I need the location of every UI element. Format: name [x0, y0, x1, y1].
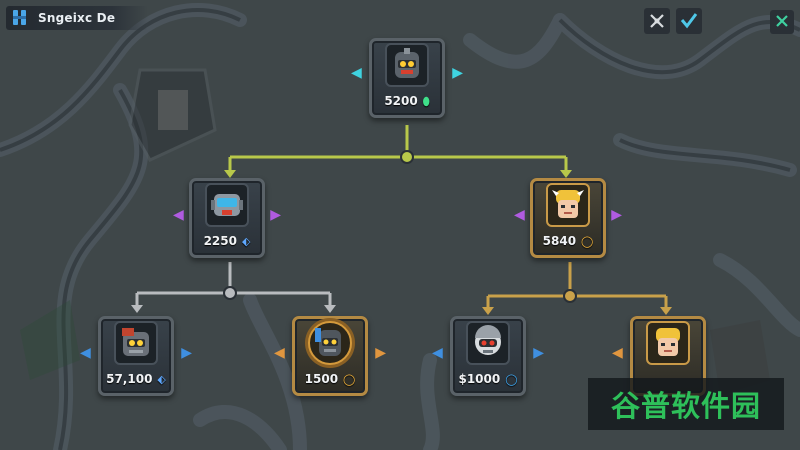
- shield-icon: ⬖: [157, 373, 166, 386]
- leaf-icon: ⬮: [422, 95, 430, 108]
- close-icon: [775, 13, 789, 32]
- node-left-arrow-icon: ◀: [612, 345, 623, 361]
- coin-icon: ◯: [505, 373, 518, 386]
- coin-icon: ◯: [343, 373, 356, 386]
- close-button[interactable]: [770, 10, 794, 34]
- upgrade-node-left-right[interactable]: ◀ ▶ 1500 ◯: [274, 312, 386, 400]
- node-cost: 57,100 ⬖: [92, 372, 180, 386]
- robot-portrait-icon: [385, 43, 429, 87]
- upgrade-node-left-left[interactable]: ◀ ▶ 57,100 ⬖: [80, 312, 192, 400]
- node-cost: $1000 ◯: [444, 372, 532, 386]
- crossed-swords-icon[interactable]: [644, 8, 670, 34]
- title-bar: Sngeixc De: [6, 6, 148, 30]
- cost-value: 2250: [203, 234, 237, 248]
- watermark-logo: 谷普软件园: [588, 378, 784, 430]
- cost-value: 5200: [384, 94, 418, 108]
- robot-portrait-icon: [205, 183, 249, 227]
- node-left-arrow-icon: ◀: [514, 207, 525, 223]
- node-right-arrow-icon: ▶: [375, 345, 386, 361]
- hero-portrait-icon: [646, 321, 690, 365]
- node-right-arrow-icon: ▶: [533, 345, 544, 361]
- node-right-arrow-icon: ▶: [181, 345, 192, 361]
- cost-value: 5840: [542, 234, 577, 248]
- node-cost: 1500 ◯: [286, 372, 374, 386]
- banner-icon: [10, 8, 30, 28]
- node-right-arrow-icon: ▶: [611, 207, 622, 223]
- robot-portrait-icon: [114, 321, 158, 365]
- top-toolbar: [644, 8, 702, 34]
- robot-portrait-icon: [308, 321, 352, 365]
- node-cost: 5200 ⬮: [363, 94, 451, 109]
- checkmark-icon[interactable]: [676, 8, 702, 34]
- upgrade-node-right[interactable]: ◀ ▶ 5840 ◯: [514, 174, 622, 262]
- node-cost: 5840 ◯: [524, 234, 612, 248]
- node-left-arrow-icon: ◀: [351, 65, 362, 81]
- node-right-arrow-icon: ▶: [270, 207, 281, 223]
- watermark-text: 谷普软件园: [610, 389, 761, 423]
- node-cost: 2250 ⬖: [183, 234, 271, 248]
- shield-icon: ⬖: [241, 235, 251, 248]
- node-right-arrow-icon: ▶: [452, 65, 463, 81]
- node-left-arrow-icon: ◀: [274, 345, 285, 361]
- coin-icon: ◯: [581, 235, 594, 248]
- screen-title: Sngeixc De: [38, 11, 116, 25]
- cost-value: $1000: [458, 372, 501, 386]
- node-left-arrow-icon: ◀: [80, 345, 91, 361]
- robot-portrait-icon: [466, 321, 510, 365]
- cost-value: 1500: [304, 372, 339, 386]
- upgrade-node-root[interactable]: ◀ ▶ 5200 ⬮: [351, 34, 463, 122]
- node-left-arrow-icon: ◀: [432, 345, 443, 361]
- hero-portrait-icon: [546, 183, 590, 227]
- upgrade-node-right-left[interactable]: ◀ ▶ $1000 ◯: [432, 312, 544, 400]
- cost-value: 57,100: [106, 372, 153, 386]
- upgrade-node-left[interactable]: ◀ ▶ 2250 ⬖: [173, 174, 281, 262]
- node-left-arrow-icon: ◀: [173, 207, 184, 223]
